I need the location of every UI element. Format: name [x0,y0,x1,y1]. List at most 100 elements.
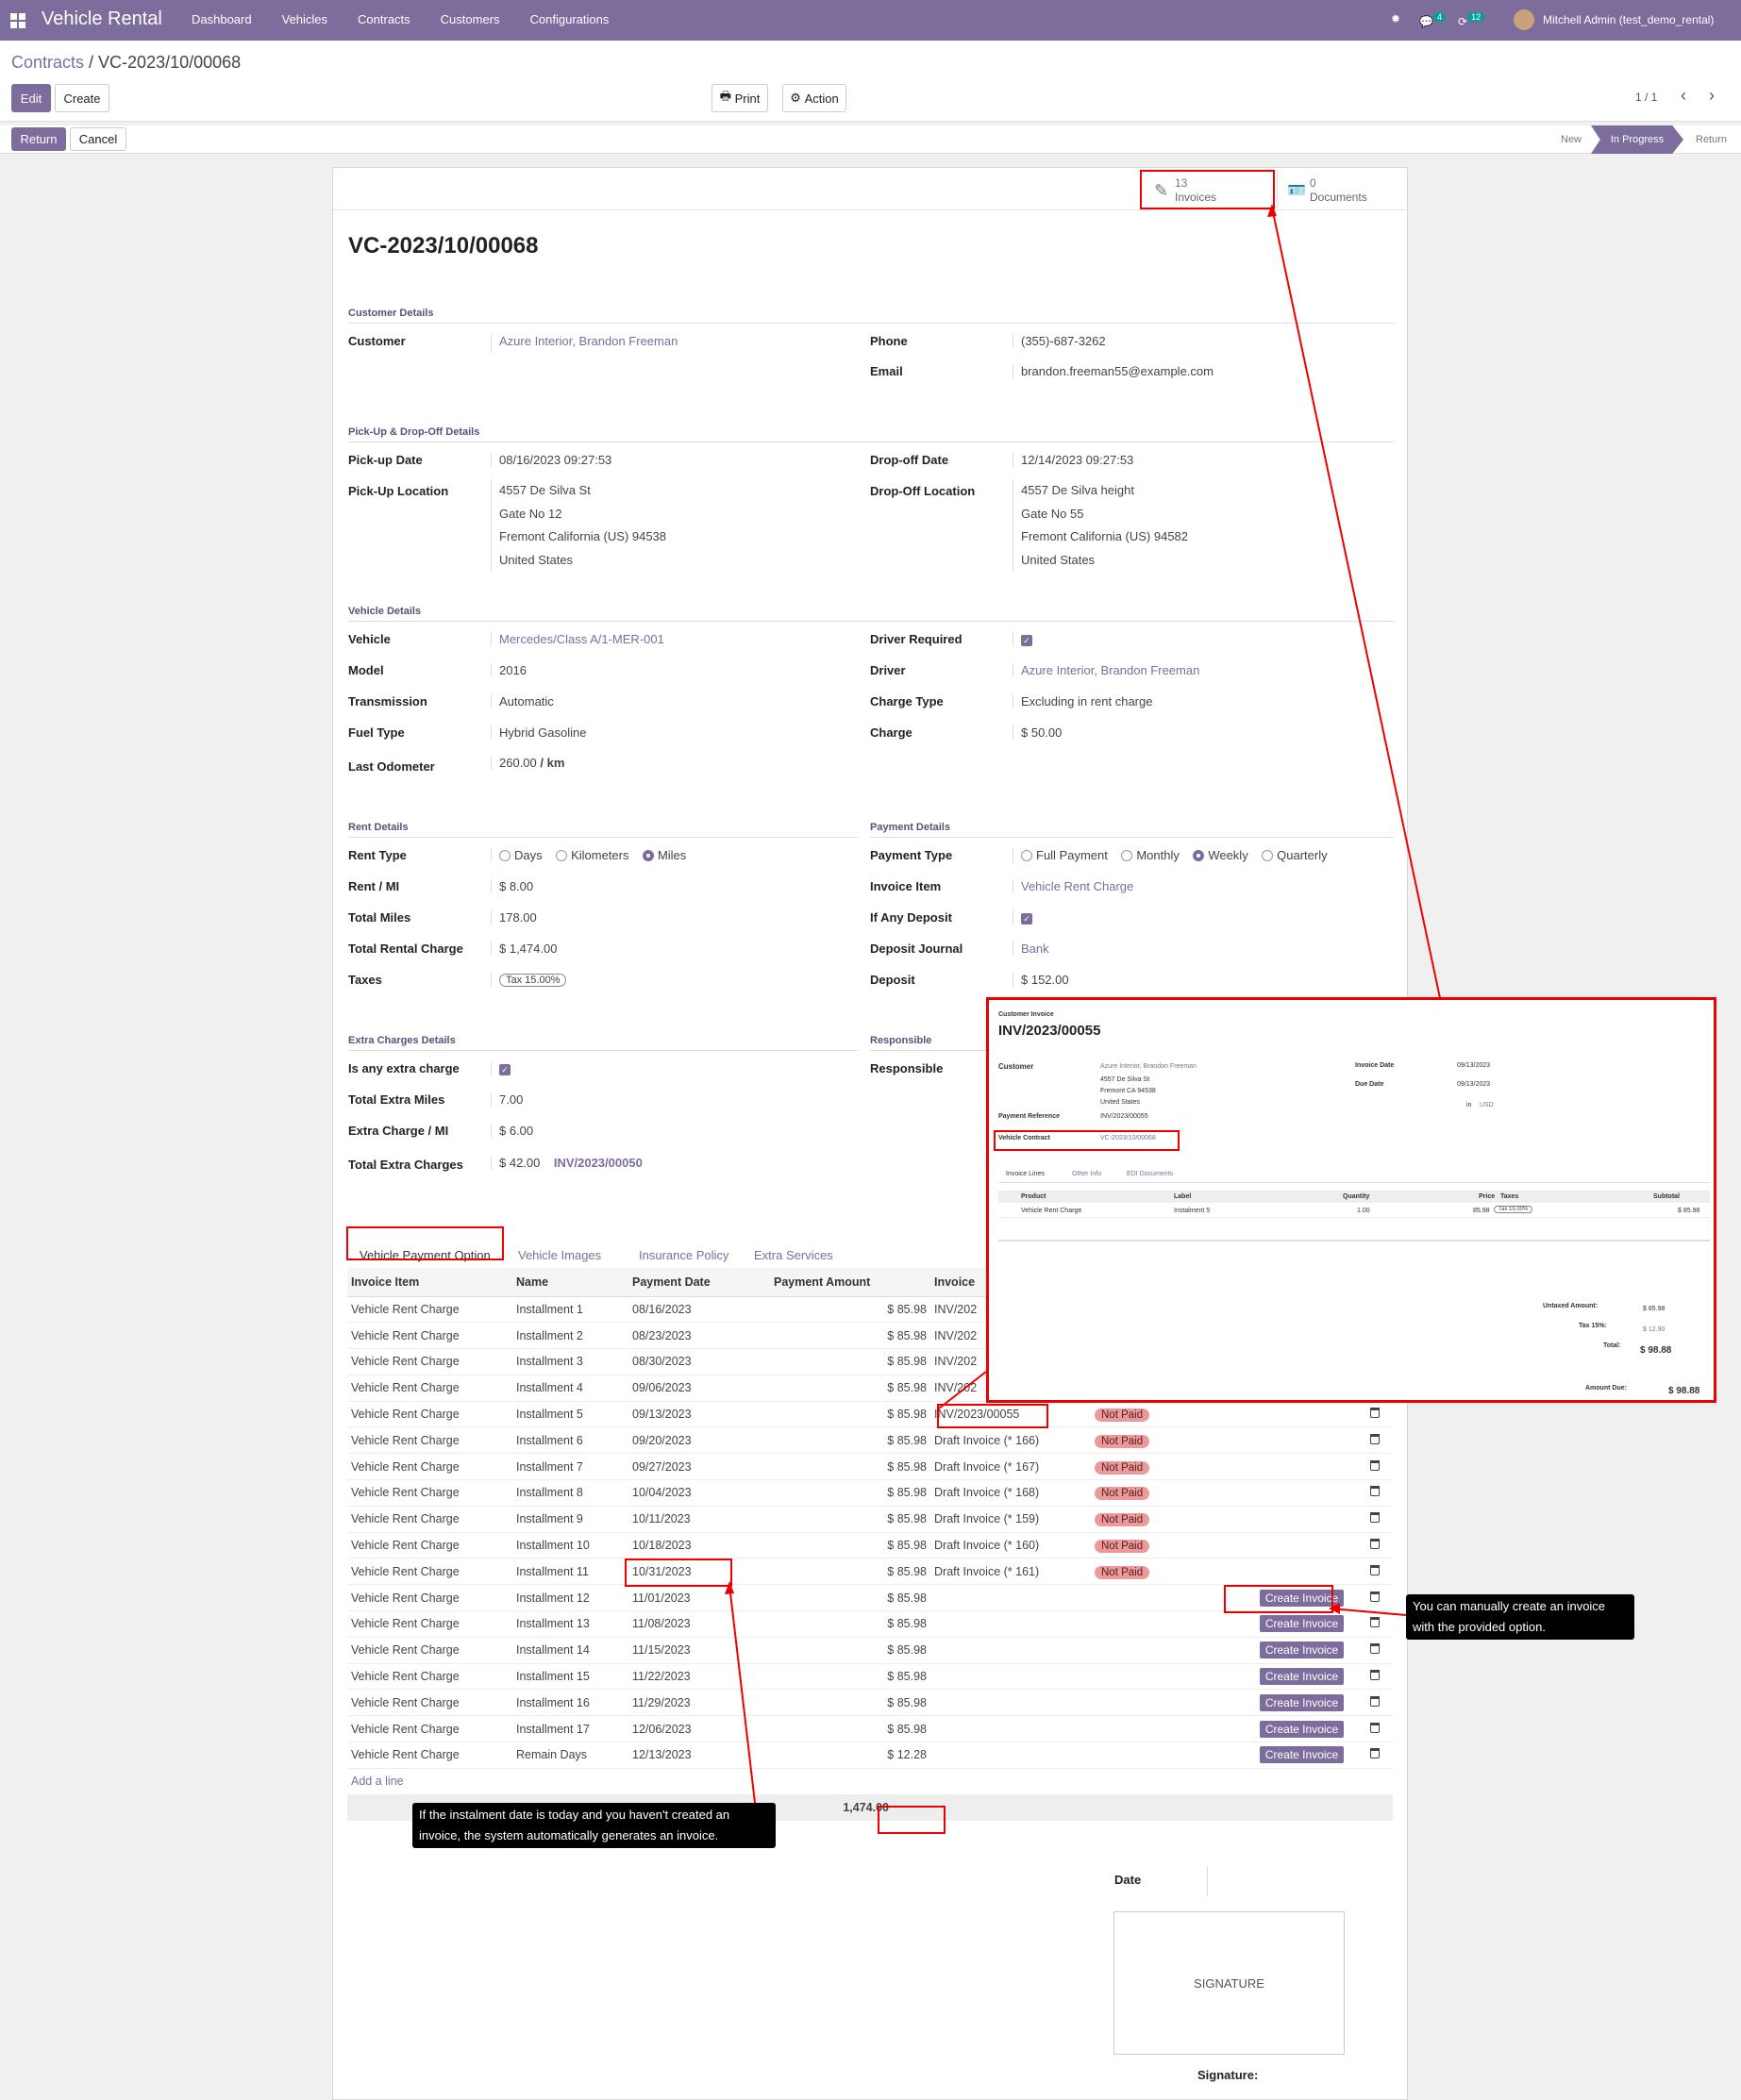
chevron-left-icon[interactable]: ‹ [1681,86,1686,106]
fuel-type-field[interactable]: Hybrid Gasoline [491,725,587,740]
cell-invoice-link[interactable] [930,1663,1091,1691]
table-row[interactable]: Vehicle Rent Charge Installment 6 09/20/20… [347,1426,1393,1455]
user-menu[interactable]: Mitchell Admin (test_demo_rental) [1543,13,1714,26]
cancel-button[interactable]: Cancel [70,127,126,151]
driver-field[interactable]: Azure Interior, Brandon Freeman [1013,663,1199,677]
cell-invoice-link[interactable] [930,1742,1091,1769]
trash-icon[interactable] [1370,1617,1380,1628]
table-row[interactable]: Vehicle Rent Charge Installment 5 09/13/20… [347,1401,1393,1428]
tab-invoice-lines[interactable]: Invoice Lines [1006,1171,1045,1177]
bug-icon[interactable]: ✹ [1391,12,1400,25]
create-button[interactable]: Create [55,84,109,112]
cell-invoice-link[interactable] [930,1689,1091,1717]
trash-icon[interactable] [1370,1722,1380,1733]
deposit-field[interactable]: $ 152.00 [1013,973,1069,987]
radio-full-payment[interactable] [1021,850,1032,861]
table-row[interactable]: Vehicle Rent Charge Installment 9 10/11/20… [347,1506,1393,1533]
table-row[interactable]: Vehicle Rent Charge Installment 7 09/27/20… [347,1453,1393,1481]
odometer-field[interactable]: 260.00 / km [491,756,564,770]
payment-ref-value[interactable]: INV/2023/00055 [1100,1113,1148,1120]
radio-weekly[interactable] [1193,850,1205,861]
table-row[interactable]: Vehicle Rent Charge Installment 10 10/18/2… [347,1532,1393,1559]
cell-invoice-link[interactable]: Draft Invoice (* 166) [930,1426,1091,1455]
column-invoice-item[interactable]: Invoice Item [347,1268,512,1297]
payment-type-radio[interactable]: Full Payment Monthly Weekly Quarterly [1013,848,1328,862]
cell-invoice-link[interactable] [930,1715,1091,1743]
table-row[interactable]: Vehicle Rent Charge Installment 14 11/15/2… [347,1637,1393,1664]
cell-invoice-link[interactable]: Draft Invoice (* 168) [930,1479,1091,1507]
signature-box[interactable]: SIGNATURE [1113,1911,1345,2055]
total-rental-charge-field[interactable]: $ 1,474.00 [491,942,557,956]
pickup-location-field[interactable]: 4557 De Silva St Gate No 12 Fremont Cali… [491,479,666,572]
tab-edi-documents[interactable]: EDI Documents [1127,1171,1173,1177]
contract-link[interactable]: VC-2023/10/00068 [1100,1135,1156,1142]
driver-required-checkbox[interactable]: ✓ [1013,632,1032,646]
cell-invoice-link[interactable]: Draft Invoice (* 159) [930,1506,1091,1533]
avatar[interactable] [1514,9,1534,30]
trash-icon[interactable] [1370,1695,1380,1707]
total-extra-charges-field[interactable]: $ 42.00 INV/2023/00050 [491,1156,643,1170]
action-button[interactable]: ⚙ Action [782,84,846,112]
trash-icon[interactable] [1370,1512,1380,1524]
menu-contracts[interactable]: Contracts [358,12,410,26]
documents-smart-button[interactable]: 🪪 0 Documents [1277,170,1407,209]
rent-type-radio[interactable]: Days Kilometers Miles [491,848,686,862]
table-row[interactable]: Vehicle Rent Charge Installment 13 11/08/2… [347,1610,1393,1638]
apps-menu-icon[interactable] [10,13,25,28]
phone-field[interactable]: (355)-687-3262 [1013,334,1106,348]
transmission-field[interactable]: Automatic [491,694,554,708]
radio-kilometers[interactable] [556,850,568,861]
create-invoice-button[interactable]: Create Invoice [1259,1668,1345,1686]
tab-other-info[interactable]: Other Info [1072,1171,1101,1177]
deposit-journal-field[interactable]: Bank [1013,942,1049,956]
chevron-right-icon[interactable]: › [1709,86,1715,106]
charge-field[interactable]: $ 50.00 [1013,725,1062,740]
invoice-line-row[interactable]: Vehicle Rent Charge Instalment 5 1.00 85… [998,1205,1710,1218]
email-field[interactable]: brandon.freeman55@example.com [1013,364,1214,378]
return-button[interactable]: Return [11,127,66,151]
customer-field[interactable]: Azure Interior, Brandon Freeman [491,334,678,353]
extra-charge-mi-field[interactable]: $ 6.00 [491,1124,533,1138]
activities-icon[interactable]: ⟳ 12 [1458,12,1485,28]
deposit-flag-checkbox[interactable]: ✓ [1013,910,1032,925]
trash-icon[interactable] [1370,1643,1380,1655]
table-row[interactable]: Vehicle Rent Charge Installment 17 12/06/2… [347,1715,1393,1743]
cell-invoice-link[interactable]: Draft Invoice (* 161) [930,1558,1091,1586]
total-miles-field[interactable]: 178.00 [491,910,537,925]
trash-icon[interactable] [1370,1564,1380,1575]
create-invoice-button[interactable]: Create Invoice [1259,1642,1345,1659]
currency-value[interactable]: USD [1480,1102,1494,1108]
invoice-customer[interactable]: Azure Interior, Brandon Freeman [1100,1063,1197,1070]
table-row[interactable]: Vehicle Rent Charge Installment 16 11/29/2… [347,1689,1393,1717]
trash-icon[interactable] [1370,1539,1380,1550]
create-invoice-button[interactable]: Create Invoice [1259,1693,1345,1711]
trash-icon[interactable] [1370,1591,1380,1602]
table-row[interactable]: Vehicle Rent Charge Remain Days 12/13/2023… [347,1742,1393,1769]
add-line-link[interactable]: Add a line [351,1775,404,1788]
edit-button[interactable]: Edit [11,84,51,112]
pager-value[interactable]: 1 / 1 [1635,91,1657,104]
extra-miles-field[interactable]: 7.00 [491,1092,523,1107]
invoice-item-field[interactable]: Vehicle Rent Charge [1013,879,1133,893]
trash-icon[interactable] [1370,1459,1380,1471]
menu-vehicles[interactable]: Vehicles [282,12,327,26]
charge-type-field[interactable]: Excluding in rent charge [1013,694,1152,708]
trash-icon[interactable] [1370,1486,1380,1497]
column-name[interactable]: Name [512,1268,628,1297]
dropoff-location-field[interactable]: 4557 De Silva height Gate No 55 Fremont … [1013,479,1188,572]
stage-return[interactable]: Return [1696,125,1727,154]
menu-customers[interactable]: Customers [441,12,500,26]
signature-date-field[interactable] [1207,1866,1208,1896]
cell-invoice-link[interactable] [930,1637,1091,1664]
create-invoice-button[interactable]: Create Invoice [1259,1746,1345,1764]
radio-monthly[interactable] [1121,850,1133,861]
radio-miles[interactable] [642,850,654,861]
trash-icon[interactable] [1370,1670,1380,1681]
app-brand[interactable]: Vehicle Rental [42,8,162,30]
column-payment-date[interactable]: Payment Date [628,1268,770,1297]
menu-dashboard[interactable]: Dashboard [192,12,252,26]
rent-mi-field[interactable]: $ 8.00 [491,879,533,893]
trash-icon[interactable] [1370,1433,1380,1444]
menu-configurations[interactable]: Configurations [530,12,610,26]
trash-icon[interactable] [1370,1748,1380,1759]
